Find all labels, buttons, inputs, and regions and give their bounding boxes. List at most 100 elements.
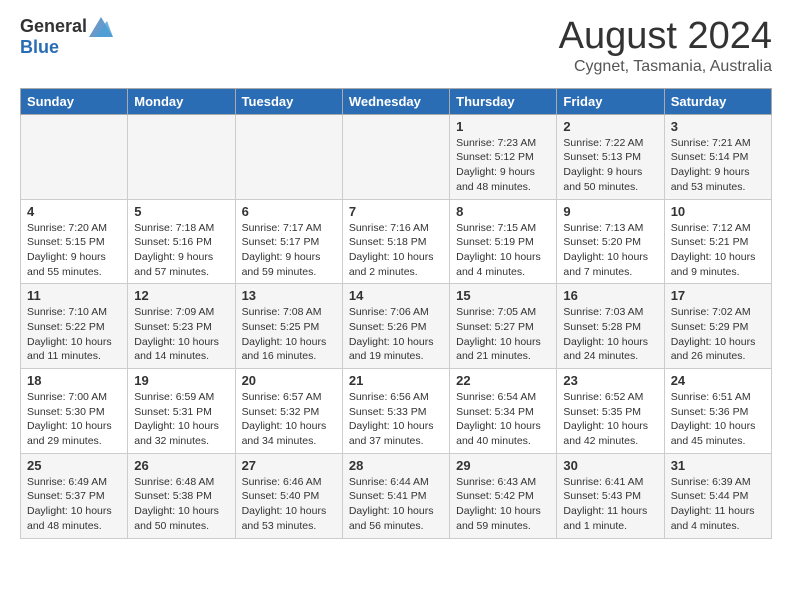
day-info: Sunrise: 6:56 AMSunset: 5:33 PMDaylight:…: [349, 390, 443, 449]
page-header: General Blue August 2024 Cygnet, Tasmani…: [20, 16, 772, 76]
logo-general-text: General: [20, 16, 87, 37]
day-info: Sunrise: 6:39 AMSunset: 5:44 PMDaylight:…: [671, 475, 765, 534]
day-info: Sunrise: 6:52 AMSunset: 5:35 PMDaylight:…: [563, 390, 657, 449]
col-monday: Monday: [128, 88, 235, 114]
day-info: Sunrise: 7:02 AMSunset: 5:29 PMDaylight:…: [671, 305, 765, 364]
table-row: [128, 114, 235, 199]
logo-icon: [89, 17, 113, 37]
day-info: Sunrise: 7:22 AMSunset: 5:13 PMDaylight:…: [563, 136, 657, 195]
day-info: Sunrise: 7:13 AMSunset: 5:20 PMDaylight:…: [563, 221, 657, 280]
table-row: 18 Sunrise: 7:00 AMSunset: 5:30 PMDayligh…: [21, 369, 128, 454]
table-row: 16 Sunrise: 7:03 AMSunset: 5:28 PMDayligh…: [557, 284, 664, 369]
table-row: 23Sunrise: 6:52 AMSunset: 5:35 PMDayligh…: [557, 369, 664, 454]
day-number: 28: [349, 458, 443, 473]
day-number: 16: [563, 288, 657, 303]
day-info: Sunrise: 7:21 AMSunset: 5:14 PMDaylight:…: [671, 136, 765, 195]
day-info: Sunrise: 6:48 AMSunset: 5:38 PMDaylight:…: [134, 475, 228, 534]
day-info: Sunrise: 7:23 AMSunset: 5:12 PMDaylight:…: [456, 136, 550, 195]
day-number: 17: [671, 288, 765, 303]
day-info: Sunrise: 7:15 AMSunset: 5:19 PMDaylight:…: [456, 221, 550, 280]
day-number: 25: [27, 458, 121, 473]
table-row: 2 Sunrise: 7:22 AMSunset: 5:13 PMDaylight…: [557, 114, 664, 199]
day-number: 1: [456, 119, 550, 134]
day-number: 18: [27, 373, 121, 388]
col-thursday: Thursday: [450, 88, 557, 114]
table-row: 6 Sunrise: 7:17 AMSunset: 5:17 PMDaylight…: [235, 199, 342, 284]
day-info: Sunrise: 7:05 AMSunset: 5:27 PMDaylight:…: [456, 305, 550, 364]
day-info: Sunrise: 6:57 AMSunset: 5:32 PMDaylight:…: [242, 390, 336, 449]
calendar-table: Sunday Monday Tuesday Wednesday Thursday…: [20, 88, 772, 539]
table-row: 17 Sunrise: 7:02 AMSunset: 5:29 PMDayligh…: [664, 284, 771, 369]
day-number: 24: [671, 373, 765, 388]
day-number: 2: [563, 119, 657, 134]
day-number: 7: [349, 204, 443, 219]
title-block: August 2024 Cygnet, Tasmania, Australia: [559, 16, 772, 76]
day-info: Sunrise: 7:03 AMSunset: 5:28 PMDaylight:…: [563, 305, 657, 364]
day-info: Sunrise: 7:12 AMSunset: 5:21 PMDaylight:…: [671, 221, 765, 280]
day-number: 19: [134, 373, 228, 388]
day-info: Sunrise: 6:43 AMSunset: 5:42 PMDaylight:…: [456, 475, 550, 534]
table-row: 12 Sunrise: 7:09 AMSunset: 5:23 PMDayligh…: [128, 284, 235, 369]
logo-blue-text: Blue: [20, 37, 113, 58]
calendar-week-row: 1 Sunrise: 7:23 AMSunset: 5:12 PMDaylight…: [21, 114, 772, 199]
day-number: 15: [456, 288, 550, 303]
day-info: Sunrise: 6:54 AMSunset: 5:34 PMDaylight:…: [456, 390, 550, 449]
day-info: Sunrise: 6:44 AMSunset: 5:41 PMDaylight:…: [349, 475, 443, 534]
table-row: [342, 114, 449, 199]
table-row: 7Sunrise: 7:16 AMSunset: 5:18 PMDaylight…: [342, 199, 449, 284]
day-info: Sunrise: 7:17 AMSunset: 5:17 PMDaylight:…: [242, 221, 336, 280]
day-number: 4: [27, 204, 121, 219]
day-info: Sunrise: 6:49 AMSunset: 5:37 PMDaylight:…: [27, 475, 121, 534]
calendar-week-row: 25 Sunrise: 6:49 AMSunset: 5:37 PMDayligh…: [21, 453, 772, 538]
day-number: 13: [242, 288, 336, 303]
day-number: 30: [563, 458, 657, 473]
table-row: 27Sunrise: 6:46 AMSunset: 5:40 PMDayligh…: [235, 453, 342, 538]
table-row: 10 Sunrise: 7:12 AMSunset: 5:21 PMDayligh…: [664, 199, 771, 284]
calendar-week-row: 18 Sunrise: 7:00 AMSunset: 5:30 PMDayligh…: [21, 369, 772, 454]
col-wednesday: Wednesday: [342, 88, 449, 114]
day-number: 22: [456, 373, 550, 388]
day-number: 9: [563, 204, 657, 219]
day-number: 8: [456, 204, 550, 219]
day-number: 5: [134, 204, 228, 219]
day-number: 12: [134, 288, 228, 303]
table-row: 1 Sunrise: 7:23 AMSunset: 5:12 PMDaylight…: [450, 114, 557, 199]
table-row: [21, 114, 128, 199]
col-saturday: Saturday: [664, 88, 771, 114]
col-friday: Friday: [557, 88, 664, 114]
day-number: 27: [242, 458, 336, 473]
table-row: 4 Sunrise: 7:20 AMSunset: 5:15 PMDaylight…: [21, 199, 128, 284]
table-row: 26 Sunrise: 6:48 AMSunset: 5:38 PMDayligh…: [128, 453, 235, 538]
day-number: 29: [456, 458, 550, 473]
col-tuesday: Tuesday: [235, 88, 342, 114]
day-number: 31: [671, 458, 765, 473]
day-number: 26: [134, 458, 228, 473]
day-number: 21: [349, 373, 443, 388]
table-row: 19Sunrise: 6:59 AMSunset: 5:31 PMDayligh…: [128, 369, 235, 454]
header-row: Sunday Monday Tuesday Wednesday Thursday…: [21, 88, 772, 114]
table-row: 28 Sunrise: 6:44 AMSunset: 5:41 PMDayligh…: [342, 453, 449, 538]
table-row: 9 Sunrise: 7:13 AMSunset: 5:20 PMDaylight…: [557, 199, 664, 284]
calendar-week-row: 4 Sunrise: 7:20 AMSunset: 5:15 PMDaylight…: [21, 199, 772, 284]
month-title: August 2024: [559, 16, 772, 58]
day-number: 14: [349, 288, 443, 303]
calendar-week-row: 11 Sunrise: 7:10 AMSunset: 5:22 PMDayligh…: [21, 284, 772, 369]
day-info: Sunrise: 7:06 AMSunset: 5:26 PMDaylight:…: [349, 305, 443, 364]
day-info: Sunrise: 7:00 AMSunset: 5:30 PMDaylight:…: [27, 390, 121, 449]
table-row: 29 Sunrise: 6:43 AMSunset: 5:42 PMDayligh…: [450, 453, 557, 538]
table-row: 15 Sunrise: 7:05 AMSunset: 5:27 PMDayligh…: [450, 284, 557, 369]
day-number: 10: [671, 204, 765, 219]
page-container: General Blue August 2024 Cygnet, Tasmani…: [0, 0, 792, 555]
day-number: 11: [27, 288, 121, 303]
day-info: Sunrise: 7:10 AMSunset: 5:22 PMDaylight:…: [27, 305, 121, 364]
table-row: 30Sunrise: 6:41 AMSunset: 5:43 PMDayligh…: [557, 453, 664, 538]
day-info: Sunrise: 7:09 AMSunset: 5:23 PMDaylight:…: [134, 305, 228, 364]
table-row: 8 Sunrise: 7:15 AMSunset: 5:19 PMDaylight…: [450, 199, 557, 284]
day-info: Sunrise: 7:08 AMSunset: 5:25 PMDaylight:…: [242, 305, 336, 364]
table-row: 3Sunrise: 7:21 AMSunset: 5:14 PMDaylight…: [664, 114, 771, 199]
table-row: 31 Sunrise: 6:39 AMSunset: 5:44 PMDayligh…: [664, 453, 771, 538]
location-text: Cygnet, Tasmania, Australia: [559, 58, 772, 76]
table-row: [235, 114, 342, 199]
day-info: Sunrise: 7:20 AMSunset: 5:15 PMDaylight:…: [27, 221, 121, 280]
day-number: 6: [242, 204, 336, 219]
